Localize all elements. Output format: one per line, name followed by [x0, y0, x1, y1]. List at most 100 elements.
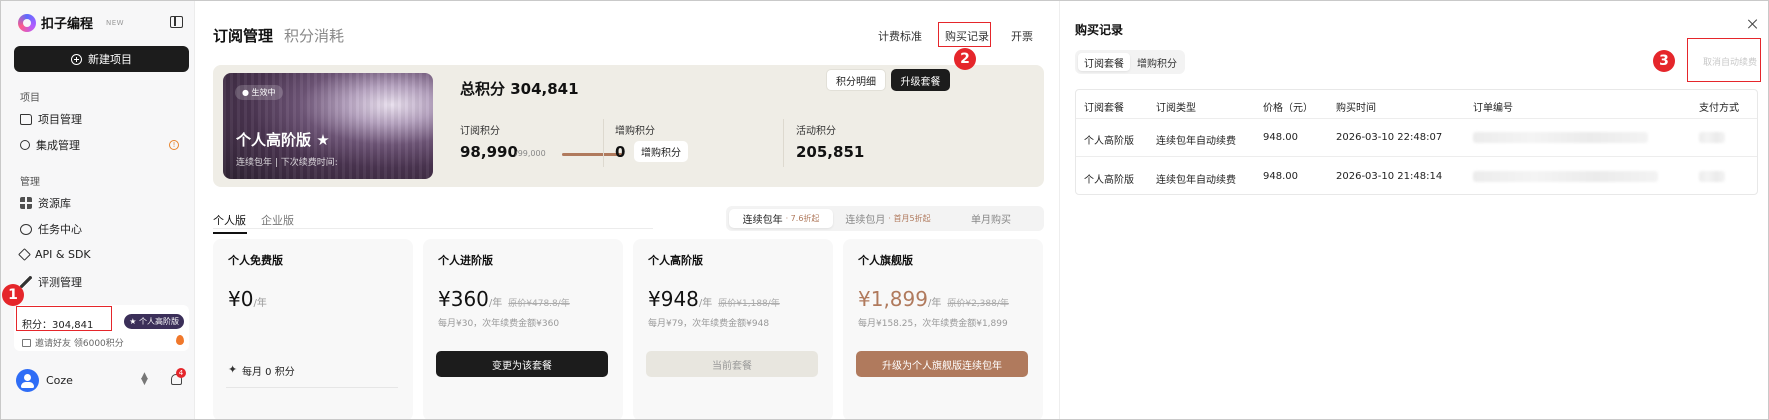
app-window: 扣子编程 NEW 新建项目 项目 项目管理 集成管理 ! 管理 资源库 任务中心 [0, 0, 1769, 420]
logo-icon [18, 13, 36, 32]
user-menu[interactable]: Coze ▲ ▼ 4 [16, 368, 186, 392]
new-project-label: 新建项目 [88, 53, 132, 66]
divider [1076, 118, 1757, 119]
notification-badge: 4 [176, 368, 186, 378]
plan-card-price: ¥1,899/年 原价¥2,388/年 [858, 287, 1009, 311]
plus-icon [71, 53, 82, 65]
folder-icon [20, 113, 32, 125]
plan-renewal-info: 连续包年 | 下次续费时间: [236, 158, 338, 168]
logo[interactable]: 扣子编程 NEW [18, 13, 124, 32]
eval-icon [20, 276, 32, 288]
tab-points-usage[interactable]: 积分消耗 [284, 25, 344, 46]
level-badge: ★ 个人高阶版 [124, 314, 184, 329]
plan-card-name: 个人高阶版 [648, 254, 703, 267]
sidebar-item-evaluation[interactable]: 评测管理 [20, 274, 185, 290]
activity-points-label: 活动积分 [796, 126, 836, 137]
avatar [16, 369, 39, 392]
sidebar-item-label: 资源库 [38, 197, 71, 210]
points-summary: ● 生效中 个人高阶版 ★ 连续包年 | 下次续费时间: 总积分 304,841… [213, 65, 1044, 187]
tab-points-records[interactable]: 增购积分 [1131, 53, 1183, 71]
divider [603, 119, 604, 167]
plan-feature: 每月 0 积分 [228, 363, 295, 379]
plan-card-name: 个人进阶版 [438, 254, 493, 267]
sidebar-item-tasks[interactable]: 任务中心 [20, 221, 185, 237]
section-label-manage: 管理 [20, 177, 40, 188]
invite-link[interactable]: 邀请好友 领6000积分 [22, 335, 184, 349]
current-plan-button[interactable]: 当前套餐 [646, 351, 818, 377]
purchased-points-label: 增购积分 [615, 126, 655, 137]
grid-icon [20, 197, 32, 209]
sidebar-item-integrations[interactable]: 集成管理 ! [20, 137, 185, 153]
points-detail-button[interactable]: 积分明细 [826, 69, 886, 91]
billing-discount: · 7.6折起 [785, 214, 820, 223]
plan-card-price: ¥0/年 [228, 287, 267, 311]
cell-price: 948.00 [1263, 171, 1298, 182]
cell-plan: 个人高阶版 [1084, 175, 1134, 186]
column-header: 价格（元） [1263, 103, 1313, 114]
invoice-link[interactable]: 开票 [1011, 28, 1033, 44]
redacted-order-id [1473, 171, 1658, 182]
divider [226, 387, 398, 388]
plan-card-flagship: 个人旗舰版 ¥1,899/年 原价¥2,388/年 每月¥158.25，次年续费金… [843, 239, 1043, 419]
sidebar-item-api[interactable]: API & SDK [18, 248, 185, 261]
column-header: 订阅类型 [1156, 103, 1196, 114]
billing-option-yearly[interactable]: 连续包年 · 7.6折起 [729, 209, 833, 228]
plan-card-free: 个人免费版 ¥0/年 每月 0 积分 [213, 239, 413, 419]
divider [1076, 156, 1757, 157]
sidebar: 扣子编程 NEW 新建项目 项目 项目管理 集成管理 ! 管理 资源库 任务中心 [1, 1, 195, 419]
feature-text: 每月 0 积分 [242, 367, 295, 378]
billing-option-single-month[interactable]: 单月购买 [940, 209, 1042, 228]
fire-icon [176, 335, 184, 345]
plan-card-note: 每月¥158.25，次年续费金额¥1,899 [858, 319, 1008, 329]
tab-personal[interactable]: 个人版 [213, 212, 247, 234]
upgrade-flagship-button[interactable]: 升级为个人旗舰版连续包年 [856, 351, 1028, 377]
billing-discount: · 首月5折起 [888, 214, 931, 223]
price-value: ¥0 [228, 287, 254, 311]
total-points: 总积分 304,841 [460, 80, 579, 98]
price-unit: /年 [698, 298, 713, 309]
plan-card-name: 个人免费版 [228, 254, 283, 267]
price-unit: /年 [927, 298, 942, 309]
warning-icon: ! [169, 140, 179, 150]
plan-card-name: 个人旗舰版 [858, 254, 913, 267]
sidebar-item-resources[interactable]: 资源库 [20, 195, 185, 211]
logo-text: 扣子编程 [41, 17, 94, 32]
tab-subscription-records[interactable]: 订阅套餐 [1078, 53, 1130, 71]
annotation-highlight-purchase [938, 22, 991, 47]
activity-points-value: 205,851 [796, 143, 865, 161]
close-icon[interactable] [1747, 18, 1759, 30]
main-panel: 订阅管理 积分消耗 计费标准 购买记录 开票 ● 生效中 个人高阶版 ★ 连续包… [196, 1, 1051, 419]
annotation-badge-2: 2 [954, 48, 976, 70]
billing-option-monthly[interactable]: 连续包月 · 首月5折起 [836, 209, 940, 228]
column-header: 支付方式 [1699, 103, 1739, 114]
sidebar-toggle-icon[interactable] [170, 16, 183, 28]
pricing-link[interactable]: 计费标准 [878, 28, 922, 44]
page-title[interactable]: 订阅管理 [213, 25, 273, 46]
api-icon [18, 248, 31, 261]
annotation-highlight-cancel [1687, 38, 1761, 82]
billing-cycle-selector: 连续包年 · 7.6折起 连续包月 · 首月5折起 单月购买 [726, 206, 1044, 231]
subscription-points-progress [562, 153, 622, 156]
plan-card-note: 每月¥30，次年续费金额¥360 [438, 319, 560, 329]
change-plan-button[interactable]: 变更为该套餐 [436, 351, 608, 377]
user-name: Coze [46, 374, 73, 387]
plug-icon [20, 140, 30, 150]
plan-card-note: 每月¥79，次年续费金额¥948 [648, 319, 770, 329]
buy-points-button[interactable]: 增购积分 [634, 141, 688, 162]
new-project-button[interactable]: 新建项目 [14, 46, 189, 72]
sidebar-item-projects[interactable]: 项目管理 [20, 111, 185, 127]
cell-type: 连续包年自动续费 [1156, 136, 1236, 147]
clock-icon [20, 223, 32, 235]
price-value: ¥360 [438, 287, 489, 311]
plan-name: 个人高阶版 ★ [236, 131, 330, 149]
upgrade-plan-button[interactable]: 升级套餐 [891, 69, 950, 91]
plan-card-price: ¥360/年 原价¥478.8/年 [438, 287, 570, 311]
original-price: 原价¥2,388/年 [947, 299, 1009, 309]
purchase-records-table: 订阅套餐 订阅类型 价格（元） 购买时间 订单编号 支付方式 个人高阶版 连续包… [1075, 89, 1758, 195]
subscription-points-value: 98,990 [460, 143, 518, 161]
progress-fill [562, 153, 622, 156]
subscription-points-label: 订阅积分 [460, 126, 500, 137]
tab-enterprise[interactable]: 企业版 [261, 212, 294, 228]
column-header: 购买时间 [1336, 103, 1376, 114]
plan-card-advanced: 个人进阶版 ¥360/年 原价¥478.8/年 每月¥30，次年续费金额¥360 … [423, 239, 623, 419]
